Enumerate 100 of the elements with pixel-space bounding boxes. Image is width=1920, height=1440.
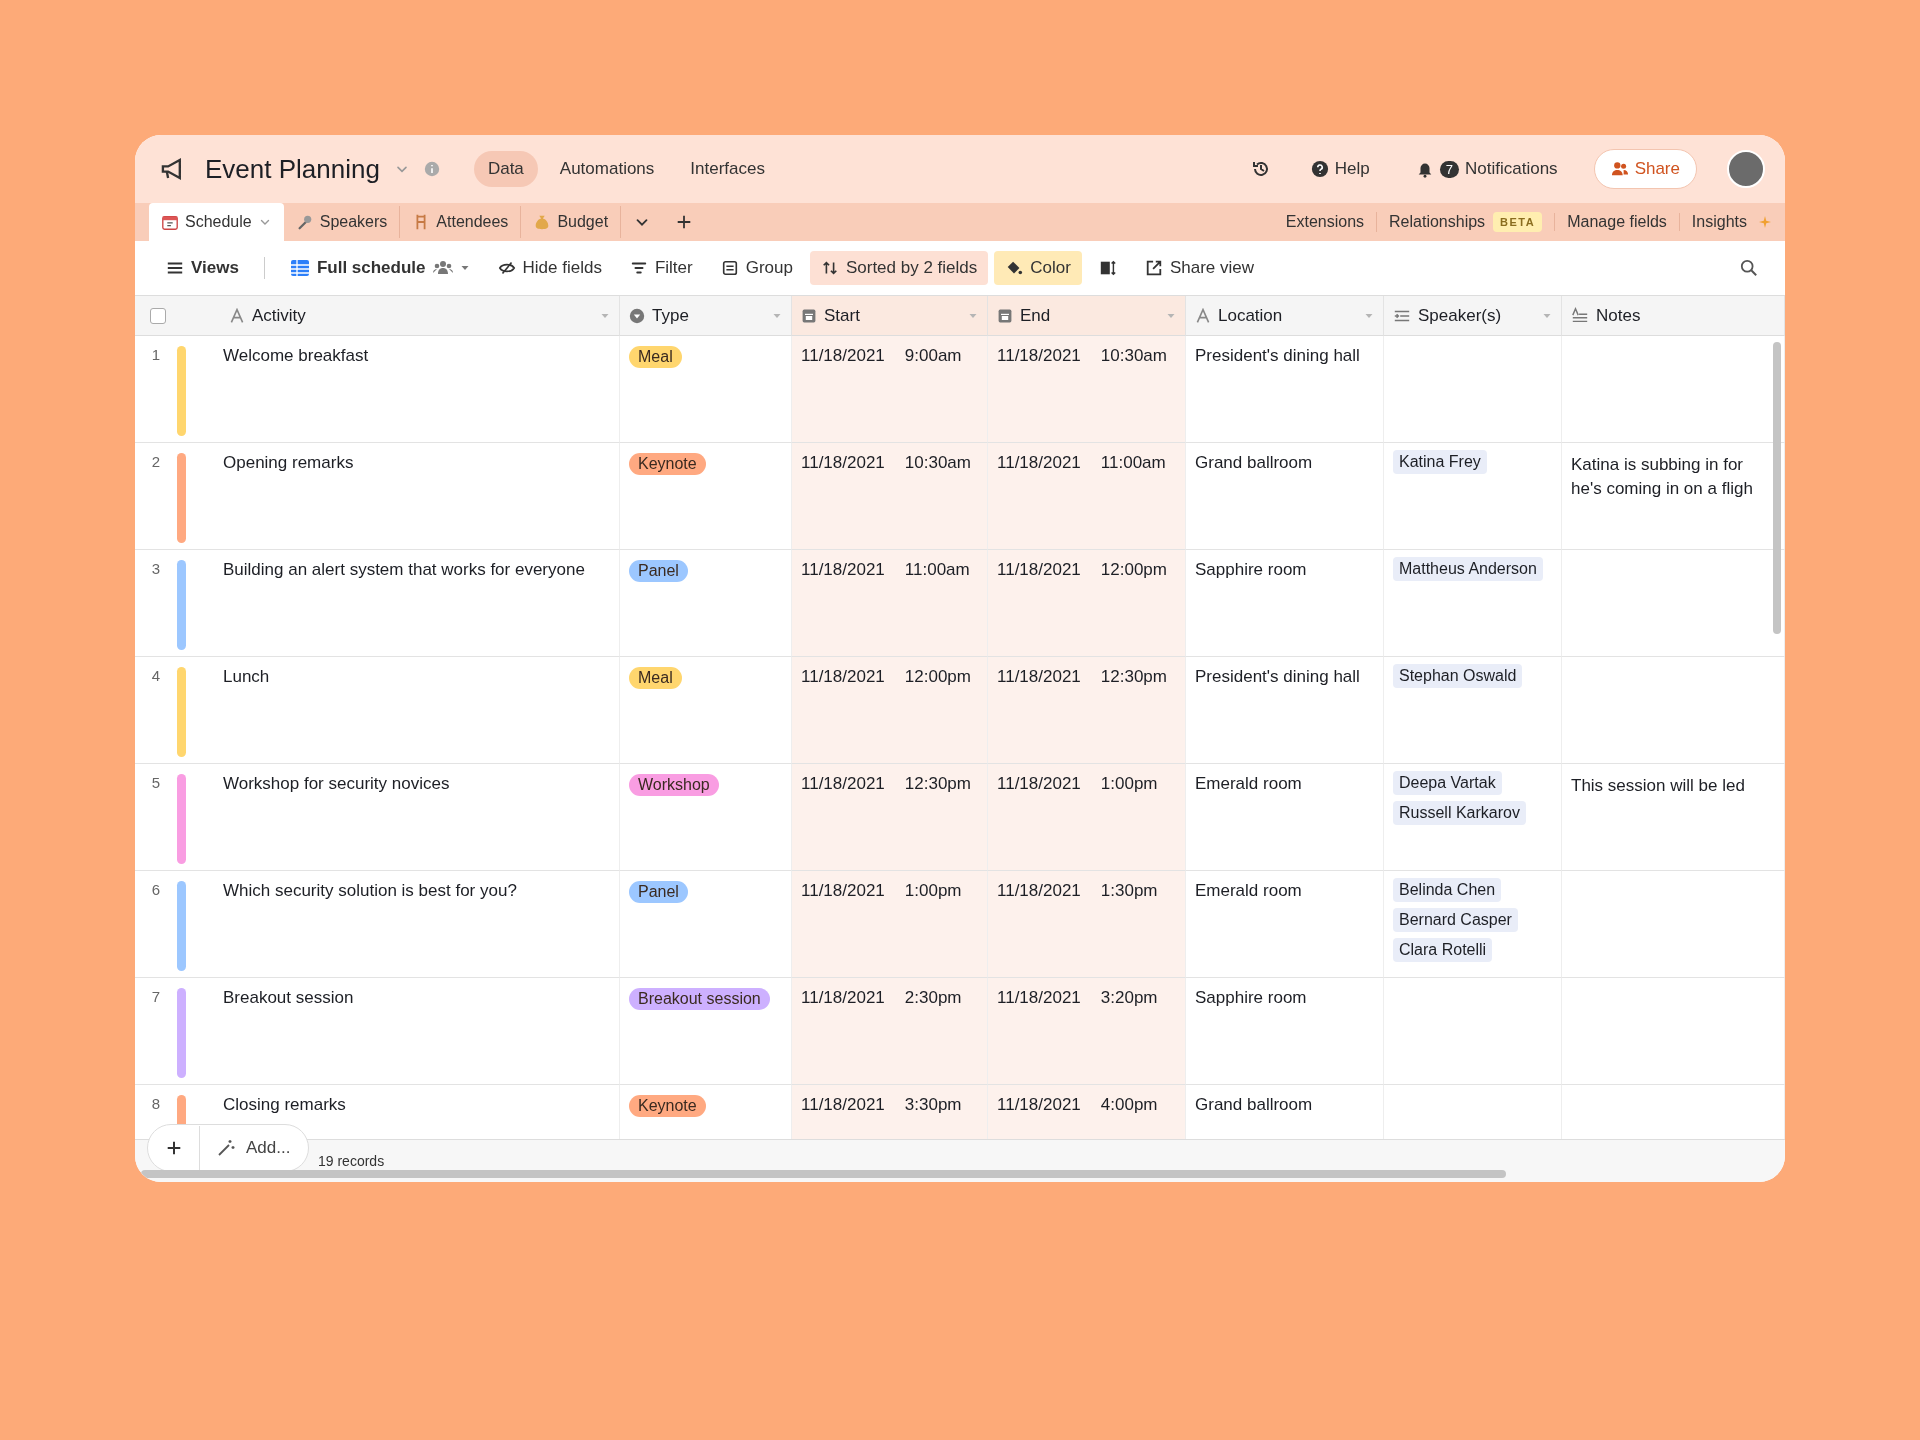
end-date: 11/18/2021 (997, 1095, 1081, 1115)
type-tag: Panel (629, 560, 688, 582)
vertical-scrollbar[interactable] (1773, 342, 1781, 634)
type-tag: Meal (629, 667, 682, 689)
record-count: 19 records (318, 1153, 385, 1169)
notes-text: he's coming in on a fligh (1571, 478, 1754, 500)
table-cell: Grand ballroom (1195, 1095, 1313, 1114)
row-number: 5 (150, 774, 162, 793)
magic-wand-icon (216, 1138, 236, 1158)
share-view-button[interactable]: Share view (1133, 251, 1266, 285)
table-cell: Grand ballroom (1195, 453, 1313, 472)
column-header[interactable]: Speaker(s) (1384, 296, 1562, 336)
type-tag: Keynote (629, 453, 706, 475)
start-date: 11/18/2021 (801, 346, 885, 366)
column-header[interactable]: End (988, 296, 1186, 336)
row-number: 2 (150, 453, 162, 472)
type-tag: Meal (629, 346, 682, 368)
type-tag: Workshop (629, 774, 719, 796)
start-date: 11/18/2021 (801, 881, 885, 901)
toolbar-button[interactable]: Filter (618, 251, 704, 285)
column-header[interactable]: Location (1186, 296, 1384, 336)
toolbar-link[interactable]: Manage fields (1554, 213, 1679, 231)
column-header[interactable]: Activity (220, 296, 620, 336)
help-button[interactable]: Help (1304, 158, 1376, 180)
column-header[interactable]: Start (792, 296, 988, 336)
table-tab[interactable]: Attendees (400, 206, 522, 238)
select-all-checkbox[interactable] (150, 307, 166, 324)
table-cell: Closing remarks (223, 1095, 346, 1114)
group-icon (720, 259, 739, 277)
speaker-chip: Mattheus Anderson (1393, 557, 1543, 581)
toolbar-link[interactable]: Extensions (1273, 213, 1377, 231)
speaker-chip: Russell Karkarov (1393, 801, 1526, 825)
table-cell: Workshop for security novices (223, 774, 450, 793)
end-date: 11/18/2021 (997, 774, 1081, 794)
row-number: 8 (150, 1095, 162, 1114)
end-time: 11:00am (1100, 453, 1166, 473)
toolbar-button[interactable]: Sorted by 2 fields (809, 251, 989, 285)
speaker-chip: Belinda Chen (1393, 878, 1502, 902)
table-cell: Opening remarks (223, 453, 354, 472)
type-tag: Keynote (629, 1095, 706, 1117)
start-time: 10:30am (904, 453, 971, 473)
end-time: 12:30pm (1100, 667, 1167, 687)
end-time: 1:00pm (1100, 774, 1158, 794)
notifications-button[interactable]: 7 Notifications (1409, 158, 1564, 180)
table-cell: Emerald room (1195, 881, 1302, 900)
table-cell: Emerald room (1195, 774, 1302, 793)
end-date: 11/18/2021 (997, 560, 1081, 580)
view-switcher[interactable]: Full schedule (278, 251, 481, 285)
share-button[interactable]: Share (1593, 149, 1697, 189)
sparkle-icon (1759, 216, 1771, 228)
table-tab[interactable]: Schedule (149, 203, 284, 241)
start-date: 11/18/2021 (801, 667, 885, 687)
toolbar-link[interactable]: Relationships BETA (1376, 212, 1555, 232)
toolbar-button[interactable]: Hide fields (486, 251, 613, 285)
info-icon (423, 161, 440, 177)
row-number: 6 (150, 881, 162, 900)
base-title: Event Planning (205, 153, 380, 185)
start-date: 11/18/2021 (801, 560, 885, 580)
end-date: 11/18/2021 (997, 453, 1081, 473)
notification-count: 7 (1439, 160, 1459, 178)
calendar-icon (161, 213, 179, 231)
column-header[interactable]: Type (620, 296, 792, 336)
table-tab[interactable]: Speakers (283, 206, 401, 238)
search-icon (1740, 259, 1758, 277)
speaker-chip: Deepa Vartak (1393, 771, 1502, 795)
history-icon (1250, 159, 1271, 179)
start-time: 12:30pm (904, 774, 971, 794)
start-date: 11/18/2021 (801, 988, 885, 1008)
start-time: 1:00pm (904, 881, 962, 901)
row-number: 3 (150, 560, 162, 579)
grid-view-icon (289, 258, 310, 278)
notes-text: Katina is subbing in for (1571, 454, 1744, 476)
calendar-field-icon (801, 307, 817, 324)
nav-tab[interactable]: Data (473, 151, 538, 187)
horizontal-scrollbar[interactable] (141, 1170, 1506, 1178)
table-tab[interactable]: Budget (521, 206, 622, 238)
start-time: 3:30pm (904, 1095, 962, 1115)
external-link-icon (1144, 259, 1163, 277)
type-tag: Panel (629, 881, 688, 903)
row-number: 4 (150, 667, 162, 686)
speaker-chip: Bernard Casper (1393, 908, 1518, 932)
end-date: 11/18/2021 (997, 988, 1081, 1008)
avatar[interactable] (1727, 150, 1765, 188)
notifications-label: Notifications (1465, 159, 1558, 179)
end-time: 12:00pm (1100, 560, 1167, 580)
nav-tab[interactable]: Automations (545, 151, 669, 187)
nav-tab[interactable]: Interfaces (676, 151, 779, 187)
table-cell: Welcome breakfast (223, 346, 369, 365)
calendar-field-icon (997, 307, 1013, 324)
speaker-chip: Katina Frey (1393, 450, 1487, 474)
toolbar-link[interactable]: Insights (1678, 213, 1759, 231)
end-time: 10:30am (1100, 346, 1167, 366)
long-text-icon (1571, 306, 1589, 325)
toolbar-button[interactable]: Color (994, 251, 1082, 285)
views-button[interactable]: Views (155, 251, 250, 285)
end-time: 4:00pm (1100, 1095, 1158, 1115)
column-header[interactable]: Notes (1562, 296, 1785, 336)
beta-badge: BETA (1493, 212, 1543, 232)
start-time: 11:00am (904, 560, 970, 580)
toolbar-button[interactable]: Group (709, 251, 804, 285)
